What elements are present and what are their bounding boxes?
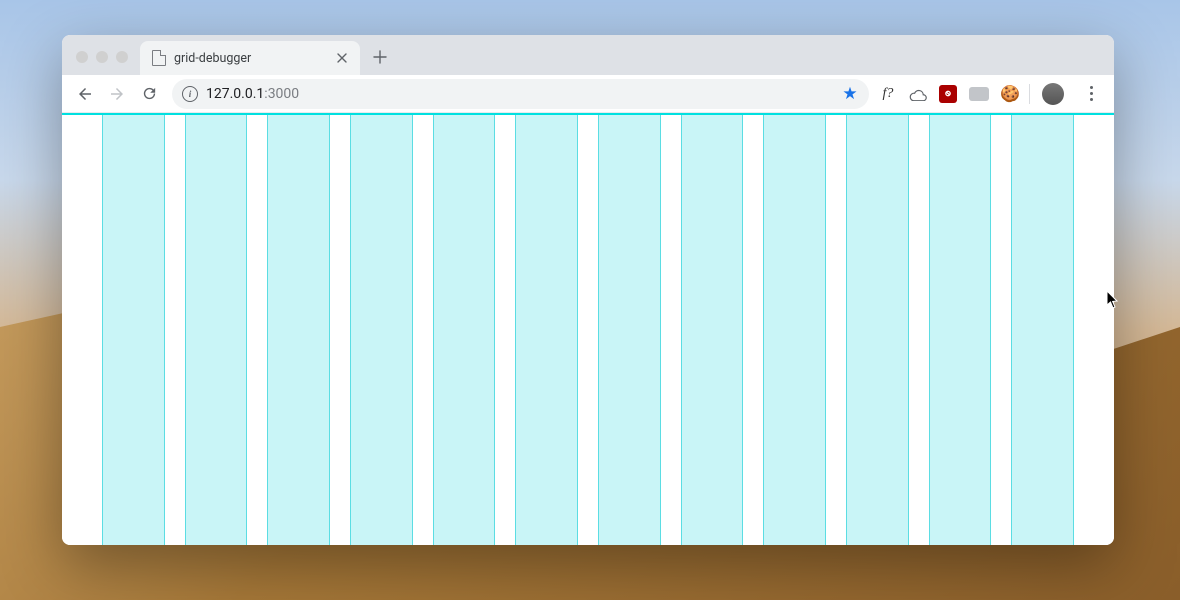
browser-window: grid-debugger i 127.0.0.1:3000 ★ — [62, 35, 1114, 545]
grid-column — [1011, 115, 1074, 545]
whatfont-extension-icon[interactable]: f? — [879, 85, 897, 103]
grid-column — [681, 115, 744, 545]
browser-toolbar: i 127.0.0.1:3000 ★ f? 🍪 — [62, 75, 1114, 113]
bookmark-star-icon[interactable]: ★ — [841, 85, 859, 103]
site-info-icon[interactable]: i — [182, 86, 198, 102]
mac-traffic-lights — [76, 51, 128, 63]
grid-column — [433, 115, 496, 545]
grid-column — [185, 115, 248, 545]
grid-debug-overlay — [102, 115, 1074, 545]
traffic-minimize[interactable] — [96, 51, 108, 63]
grid-column — [267, 115, 330, 545]
url-port: :3000 — [264, 86, 299, 102]
extension-icons: f? 🍪 — [879, 85, 1019, 103]
url-text: 127.0.0.1:3000 — [206, 86, 299, 102]
tab-title: grid-debugger — [174, 51, 326, 66]
forward-button[interactable] — [102, 79, 132, 109]
back-button[interactable] — [70, 79, 100, 109]
chrome-menu-button[interactable] — [1076, 79, 1106, 109]
close-tab-button[interactable] — [334, 50, 350, 66]
cloud-extension-icon[interactable] — [909, 85, 927, 103]
address-bar[interactable]: i 127.0.0.1:3000 ★ — [172, 79, 869, 109]
toolbar-divider — [1029, 84, 1030, 104]
grid-column — [929, 115, 992, 545]
reload-button[interactable] — [134, 79, 164, 109]
profile-avatar[interactable] — [1042, 83, 1064, 105]
browser-tab[interactable]: grid-debugger — [140, 41, 360, 75]
new-tab-button[interactable] — [366, 43, 394, 71]
grid-column — [515, 115, 578, 545]
cookie-extension-icon[interactable]: 🍪 — [1001, 85, 1019, 103]
chat-extension-icon[interactable] — [969, 87, 989, 101]
ublock-extension-icon[interactable] — [939, 85, 957, 103]
grid-column — [350, 115, 413, 545]
grid-column — [598, 115, 661, 545]
grid-column — [846, 115, 909, 545]
file-icon — [152, 50, 166, 66]
url-host: 127.0.0.1 — [206, 86, 264, 102]
tab-strip: grid-debugger — [62, 35, 1114, 75]
grid-column — [102, 115, 165, 545]
traffic-close[interactable] — [76, 51, 88, 63]
grid-column — [763, 115, 826, 545]
traffic-zoom[interactable] — [116, 51, 128, 63]
page-viewport — [62, 113, 1114, 545]
